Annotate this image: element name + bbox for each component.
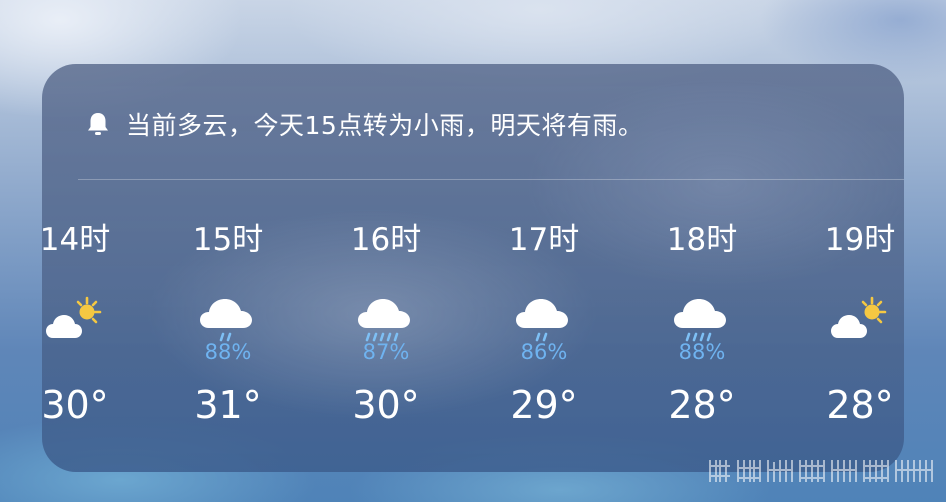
hour-item[interactable]: 17时 86% 29°: [474, 214, 614, 454]
weather-forecast-card[interactable]: 当前多云，今天15点转为小雨，明天将有雨。 14时 30° 15时 88% 31…: [42, 64, 904, 472]
hourly-forecast[interactable]: 14时 30° 15时 88% 31° 16时 87% 30° 17时 86% …: [42, 214, 904, 454]
hour-temperature: 30°: [352, 383, 420, 427]
hour-time: 18时: [666, 222, 738, 258]
precip-probability: 86%: [520, 340, 568, 364]
bell-icon: [88, 113, 108, 135]
hour-item[interactable]: 18时 88% 28°: [632, 214, 772, 454]
hour-temperature: 31°: [194, 383, 262, 427]
hour-item[interactable]: 16时 87% 30°: [316, 214, 456, 454]
hour-temperature: 29°: [510, 383, 578, 427]
partly-cloudy-sun-icon: [831, 296, 887, 338]
precip-probability: 88%: [204, 340, 252, 364]
hour-temperature: 30°: [42, 383, 109, 427]
hour-time: 14时: [42, 222, 111, 258]
hour-temperature: 28°: [668, 383, 736, 427]
hour-item[interactable]: 15时 88% 31°: [158, 214, 298, 454]
partly-cloudy-sun-icon: [46, 296, 102, 338]
hour-time: 19时: [824, 222, 896, 258]
weather-alert[interactable]: 当前多云，今天15点转为小雨，明天将有雨。: [84, 104, 643, 144]
hour-time: 17时: [508, 222, 580, 258]
hour-temperature: 28°: [826, 383, 894, 427]
hour-time: 15时: [192, 222, 264, 258]
hour-item[interactable]: 14时 30°: [42, 214, 145, 454]
precip-probability: 88%: [678, 340, 726, 364]
watermark-scribble: [709, 460, 933, 482]
hour-time: 16时: [350, 222, 422, 258]
hour-item[interactable]: 19时 28°: [790, 214, 904, 454]
divider: [78, 179, 904, 180]
weather-alert-text: 当前多云，今天15点转为小雨，明天将有雨。: [126, 111, 644, 140]
precip-probability: 87%: [362, 340, 410, 364]
